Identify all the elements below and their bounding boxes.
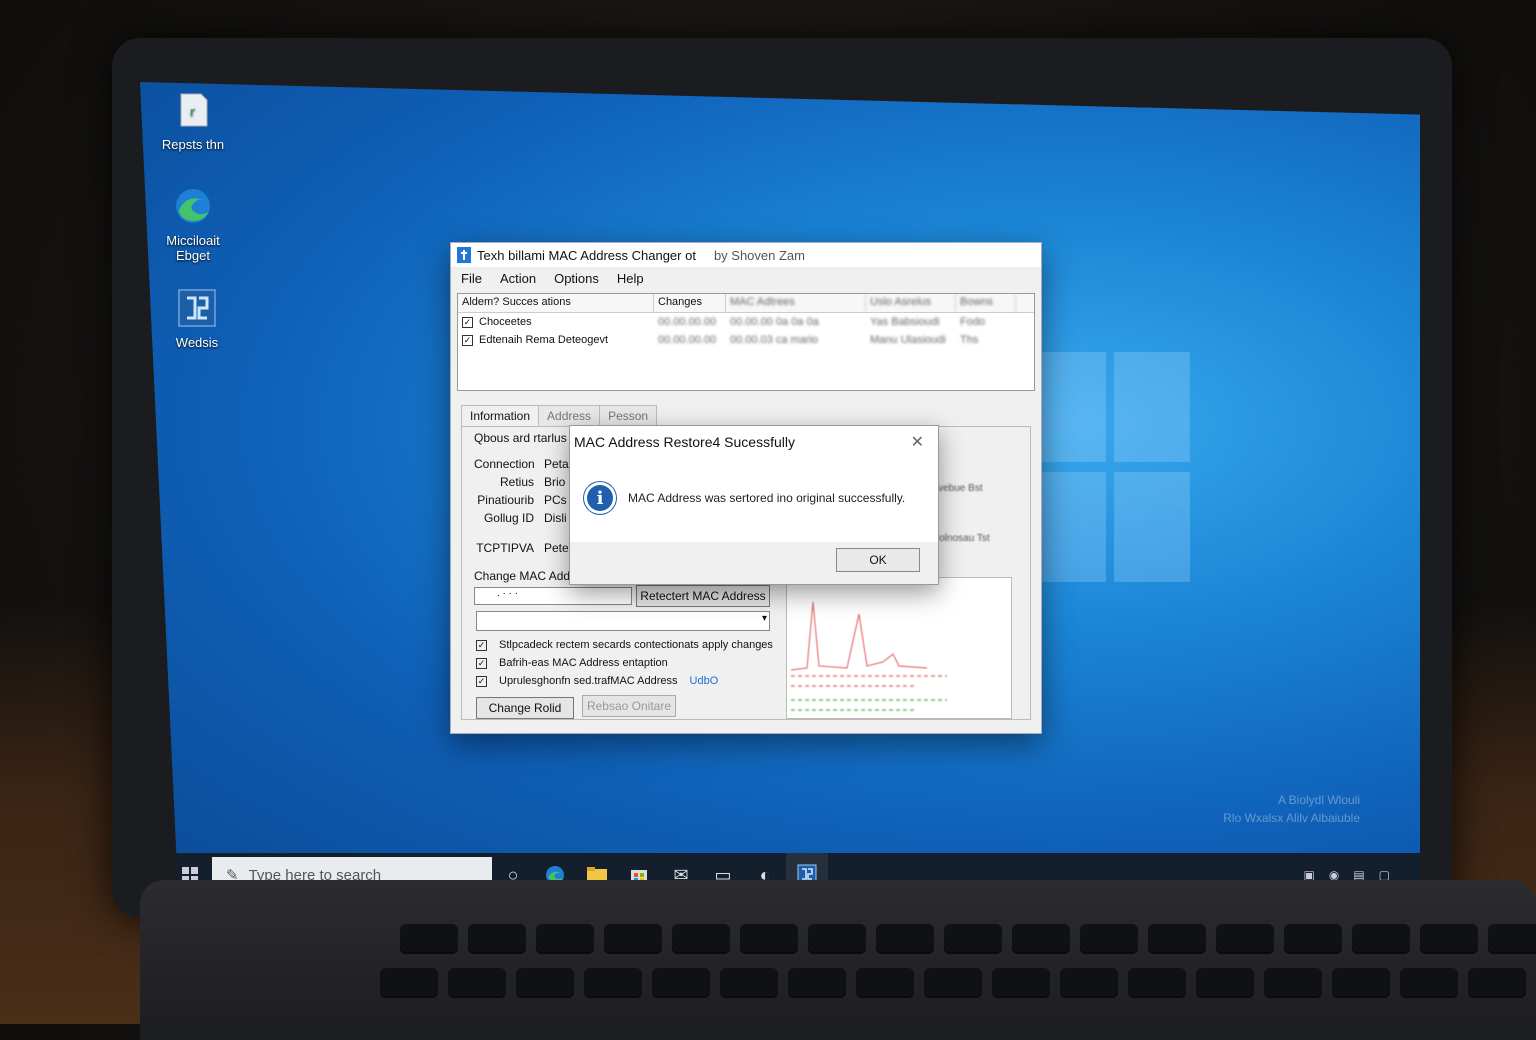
dialog-message: MAC Address was sertored ino original su… [628, 491, 906, 505]
row-name: Choceetes [479, 316, 532, 328]
adapter-list[interactable]: Aldem? Succes ations Changes MAC Adtrees… [457, 293, 1035, 391]
close-icon[interactable]: ✕ [911, 432, 924, 452]
dialog-footer: OK [570, 542, 938, 584]
row-name: Edtenaih Rema Deteogevt [479, 334, 609, 346]
tab-address[interactable]: Address [538, 405, 601, 426]
field-connection: Connection Peta [474, 457, 569, 471]
field-value: Pete [544, 541, 569, 555]
dialog-body: i MAC Address was sertored ino original … [584, 482, 905, 514]
field-value: PCs [544, 493, 567, 507]
field-key: Pinatiourib [477, 493, 534, 507]
change-mac-label: Change MAC Addr [474, 569, 575, 583]
restore-mac-button[interactable]: Retectert MAC Address [636, 585, 770, 607]
dialog-title: MAC Address Restore4 Sucessfully [574, 434, 795, 450]
option-checkbox[interactable]: ✓ [476, 675, 487, 687]
option-label: Stlpcadeck rectem secards contectionats … [499, 639, 773, 651]
column-header-name[interactable]: Aldem? Succes ations [458, 294, 654, 312]
info-icon: i [584, 482, 616, 514]
desktop-screen: r Repsts thn Micciloait Ebget Wedsis Tex… [140, 82, 1420, 897]
field-retius: Retius Brio [474, 475, 565, 489]
row-extra: Fodo [960, 316, 986, 328]
row-changes: 00.00.00.00 [658, 334, 717, 346]
traffic-graph [786, 577, 1012, 719]
option-row: ✓ Stlpcadeck rectem secards contectionats… [476, 639, 773, 651]
field-key: Connection [474, 457, 535, 471]
edge-browser-icon [176, 189, 210, 223]
mac-changer-window: Texh billami MAC Address Changer ot by S… [450, 242, 1042, 734]
column-header-status[interactable]: Uslo Asrelus [866, 294, 956, 312]
group-label: Qbous ard rtarlus [474, 431, 567, 445]
field-value: Peta [544, 457, 569, 471]
activation-watermark: A Biolydl Wlouli Rlo Wxalsx Alilv Albaiu… [1223, 791, 1360, 827]
field-key: TCPTIPVA [476, 541, 534, 555]
desktop-icon-edge[interactable]: Micciloait Ebget [148, 186, 238, 263]
option-checkbox[interactable]: ✓ [476, 657, 487, 669]
desktop-icon-repsts[interactable]: r Repsts thn [148, 90, 238, 152]
row-status: Yas Babsioudi [870, 316, 940, 328]
key-row [380, 968, 1526, 998]
row-mac: 00.00.03 ca mario [730, 334, 819, 346]
field-value: Brio [544, 475, 566, 489]
column-header-changes[interactable]: Changes [654, 294, 726, 312]
field-tcptipva: TCPTIPVA Pete [474, 541, 569, 555]
menu-bar: File Action Options Help [451, 267, 1041, 289]
column-header-extra[interactable]: Bowns [956, 294, 1016, 312]
mac-address-input[interactable]: . · · · [474, 587, 632, 605]
adapter-select[interactable]: ▾ [476, 611, 770, 631]
column-header-mac[interactable]: MAC Adtrees [726, 294, 866, 312]
tab-pesson[interactable]: Pesson [599, 405, 658, 426]
field-key: Retius [499, 475, 534, 489]
field-pinatiourib: Pinatiourib PCs [474, 493, 567, 507]
app-icon [457, 247, 471, 263]
success-dialog: MAC Address Restore4 Sucessfully ✕ i MAC… [569, 425, 939, 585]
field-key: Gollug ID [483, 511, 534, 525]
row-extra: Ths [960, 334, 979, 346]
menu-action[interactable]: Action [500, 271, 536, 286]
watermark-line: Rlo Wxalsx Alilv Albaiuble [1223, 811, 1360, 825]
option-row: ✓ Uprulesghonfn sed.trafMAC Address UdbO [476, 675, 718, 687]
row-changes: 00.00.00.00 [658, 316, 717, 328]
svg-text:r: r [190, 105, 195, 119]
list-header: Aldem? Succes ations Changes MAC Adtrees… [458, 294, 1034, 313]
ok-button[interactable]: OK [836, 548, 920, 572]
row-checkbox[interactable]: ✓ [462, 317, 473, 328]
menu-options[interactable]: Options [554, 271, 599, 286]
table-row[interactable]: ✓ Choceetes 00.00.00.00 00.00.00 0a 0a 0a… [458, 313, 1034, 331]
row-mac: 00.00.00 0a 0a 0a [730, 316, 819, 328]
desktop-icon-label: Repsts thn [161, 137, 225, 152]
disabled-button: Rebsao Onitare [582, 695, 676, 717]
option-row: ✓ Bafrih-eas MAC Address entaption [476, 657, 668, 669]
traffic-graph-plot [790, 601, 947, 711]
tab-strip: Information Address Pesson [461, 405, 1041, 426]
windows-logo-wallpaper [1030, 352, 1190, 592]
document-icon: r [180, 93, 208, 127]
row-status: Manu Ulasioudi [870, 334, 946, 346]
field-value: Disli [544, 511, 567, 525]
row-checkbox[interactable]: ✓ [462, 335, 473, 346]
desktop-icon-label: Micciloait Ebget [166, 233, 220, 263]
tab-information[interactable]: Information [461, 405, 540, 426]
app-grid-icon [178, 289, 216, 327]
desktop-icon-label: Wedsis [175, 335, 219, 350]
laptop-keyboard [140, 880, 1536, 1040]
change-button[interactable]: Change Rolid [476, 697, 574, 719]
option-link[interactable]: UdbO [690, 675, 719, 687]
menu-help[interactable]: Help [617, 271, 644, 286]
key-row [400, 924, 1536, 954]
field-gollug-id: Gollug ID Disli [474, 511, 567, 525]
side-status-text: Uolnosau Tst [932, 533, 990, 544]
desktop-icon-wedsis[interactable]: Wedsis [152, 288, 242, 350]
option-label: Uprulesghonfn sed.trafMAC Address [499, 675, 678, 687]
window-byline: by Shoven Zam [713, 247, 805, 263]
option-label: Bafrih-eas MAC Address entaption [499, 657, 668, 669]
table-row[interactable]: ✓ Edtenaih Rema Deteogevt 00.00.00.00 00.… [458, 331, 1034, 349]
side-status-text: Yvebue Bst [932, 483, 983, 494]
option-checkbox[interactable]: ✓ [476, 639, 487, 651]
menu-file[interactable]: File [461, 271, 482, 286]
window-title: Texh billami MAC Address Changer ot [477, 247, 696, 263]
window-titlebar[interactable]: Texh billami MAC Address Changer ot by S… [451, 243, 1041, 267]
watermark-line: A Biolydl Wlouli [1277, 793, 1360, 807]
chevron-down-icon[interactable]: ▾ [762, 613, 767, 624]
